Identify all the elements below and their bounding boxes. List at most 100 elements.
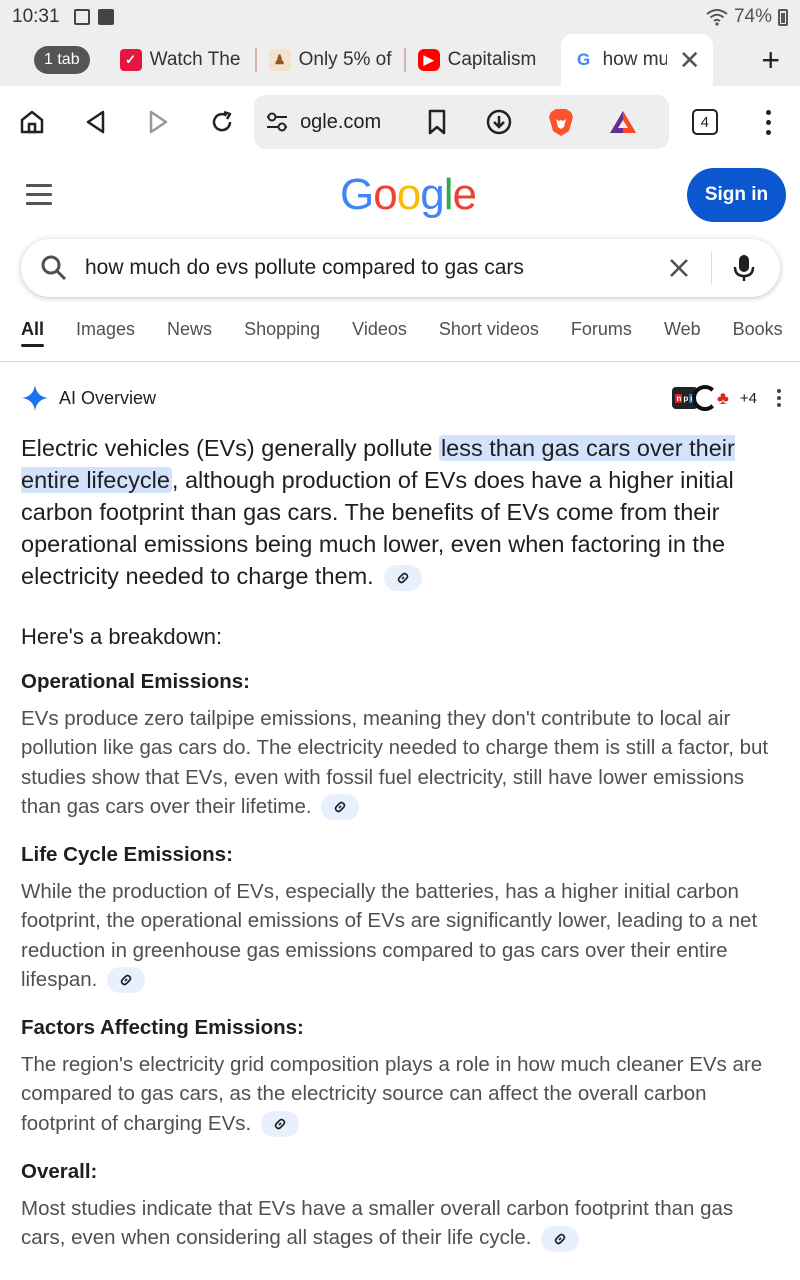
battery-icon — [778, 8, 788, 26]
close-tab-icon[interactable]: ✕ — [679, 45, 701, 76]
section-text: EVs produce zero tailpipe emissions, mea… — [21, 704, 781, 821]
section-source-link[interactable] — [260, 1111, 299, 1138]
logo-letter: e — [452, 170, 477, 219]
url-text[interactable]: ogle.com — [300, 111, 392, 134]
battery-percent: 74% — [733, 6, 772, 27]
filter-news[interactable]: News — [167, 310, 212, 361]
tab-count: 4 — [691, 109, 718, 135]
tab-watch[interactable]: ✓ Watch The F — [108, 34, 257, 86]
section-source-link[interactable] — [541, 1225, 580, 1252]
link-icon — [397, 572, 409, 584]
tab-title: Only 5% of n — [298, 49, 394, 70]
ai-overview-menu-icon[interactable] — [777, 389, 781, 407]
filter-short-videos[interactable]: Short videos — [439, 310, 539, 361]
maple-leaf-source-icon: ♣ — [709, 385, 736, 411]
site-settings-icon[interactable] — [264, 110, 290, 134]
logo-letter: g — [420, 170, 445, 219]
search-input[interactable] — [85, 256, 645, 280]
section-text: The region's electricity grid compositio… — [21, 1050, 781, 1138]
status-bar: 10:31 74% — [0, 0, 800, 34]
download-icon — [486, 109, 512, 135]
link-icon — [274, 1118, 286, 1130]
summary-text-start: Electric vehicles (EVs) generally pollut… — [21, 435, 439, 461]
back-icon — [87, 110, 105, 134]
summary-source-link[interactable] — [384, 564, 423, 591]
search-box — [21, 239, 780, 297]
section-heading: Factors Affecting Emissions: — [21, 1016, 304, 1039]
bookmark-icon — [428, 109, 446, 135]
reload-icon — [213, 110, 232, 132]
section-heading: Life Cycle Emissions: — [21, 843, 233, 866]
hamburger-menu-icon[interactable] — [26, 184, 52, 211]
section-source-link[interactable] — [107, 967, 146, 994]
filter-images[interactable]: Images — [76, 310, 135, 361]
section-heading: Overall: — [21, 1160, 98, 1183]
tab-capitalism[interactable]: ▶ Capitalism I — [406, 34, 555, 86]
bookmark-button[interactable] — [406, 95, 468, 149]
tab-only-5[interactable]: ♟ Only 5% of n — [257, 34, 406, 86]
ai-overview-summary: Electric vehicles (EVs) generally pollut… — [21, 432, 781, 592]
filter-books[interactable]: Books — [733, 310, 783, 361]
youtube-favicon-icon: ▶ — [417, 49, 440, 71]
logo-letter: o — [396, 170, 422, 219]
filter-forums[interactable]: Forums — [571, 310, 632, 361]
tab-title: Capitalism I — [447, 49, 543, 70]
clear-search-icon[interactable] — [659, 248, 699, 288]
sign-in-button[interactable]: Sign in — [687, 168, 786, 222]
tab-strip: 1 tab ✓ Watch The F ♟ Only 5% of n ▶ Cap… — [0, 34, 800, 86]
link-icon — [554, 1233, 566, 1245]
person-favicon-icon: ♟ — [268, 49, 291, 71]
section-overall: Overall: Most studies indicate that EVs … — [21, 1160, 781, 1253]
section-life-cycle: Life Cycle Emissions: While the producti… — [21, 843, 781, 994]
search-icon[interactable] — [39, 253, 69, 283]
forward-icon — [149, 110, 168, 134]
link-icon — [334, 802, 346, 813]
url-bar[interactable]: ogle.com — [254, 95, 670, 149]
filter-all[interactable]: All — [21, 310, 45, 361]
tab-title: Watch The F — [149, 49, 245, 70]
search-filter-tabs: All Images News Shopping Videos Short vi… — [0, 310, 800, 362]
microphone-icon[interactable] — [724, 248, 764, 288]
section-factors: Factors Affecting Emissions: The region'… — [21, 1016, 781, 1138]
google-favicon-icon: G — [572, 49, 595, 71]
wifi-icon — [706, 9, 728, 26]
filter-videos[interactable]: Videos — [352, 310, 407, 361]
more-sources-count: +4 — [739, 389, 757, 407]
home-icon — [20, 110, 43, 134]
filter-shopping[interactable]: Shopping — [244, 310, 320, 361]
new-tab-icon[interactable]: + — [761, 42, 780, 79]
logo-letter: G — [340, 170, 374, 219]
google-logo[interactable]: Google — [340, 170, 477, 220]
check-notification-icon — [97, 9, 114, 25]
section-operational: Operational Emissions: EVs produce zero … — [21, 670, 781, 821]
tab-title: how muc — [602, 49, 667, 70]
forward-button[interactable] — [127, 92, 191, 152]
download-button[interactable] — [468, 95, 530, 149]
tab-group-count[interactable]: 1 tab — [34, 46, 90, 74]
brave-lion-icon — [549, 109, 574, 136]
sparkle-icon — [22, 385, 48, 411]
brave-shields-button[interactable] — [530, 95, 592, 149]
ai-sources[interactable]: npr ♣ +4 — [669, 385, 757, 411]
gallery-notification-icon — [73, 9, 90, 25]
ai-overview-header: AI Overview npr ♣ +4 — [21, 382, 781, 414]
status-time: 10:31 — [12, 6, 60, 27]
section-heading: Operational Emissions: — [21, 670, 250, 693]
back-button[interactable] — [64, 92, 128, 152]
section-source-link[interactable] — [321, 794, 360, 821]
link-icon — [120, 975, 132, 986]
filter-web[interactable]: Web — [664, 310, 701, 361]
browser-toolbar: ogle.com 4 — [0, 86, 800, 158]
menu-button[interactable] — [737, 92, 800, 152]
home-button[interactable] — [0, 92, 64, 152]
section-text: Most studies indicate that EVs have a sm… — [21, 1194, 781, 1253]
brave-rewards-button[interactable] — [592, 95, 654, 149]
ai-overview-title: AI Overview — [59, 387, 157, 408]
breakdown-heading: Here's a breakdown: — [21, 624, 223, 649]
section-text: While the production of EVs, especially … — [21, 877, 781, 994]
logo-letter: o — [373, 170, 398, 219]
tab-google-active[interactable]: G how muc ✕ — [560, 34, 713, 86]
watch-favicon-icon: ✓ — [119, 49, 142, 71]
reload-button[interactable] — [191, 92, 255, 152]
tab-switcher-button[interactable]: 4 — [673, 92, 737, 152]
